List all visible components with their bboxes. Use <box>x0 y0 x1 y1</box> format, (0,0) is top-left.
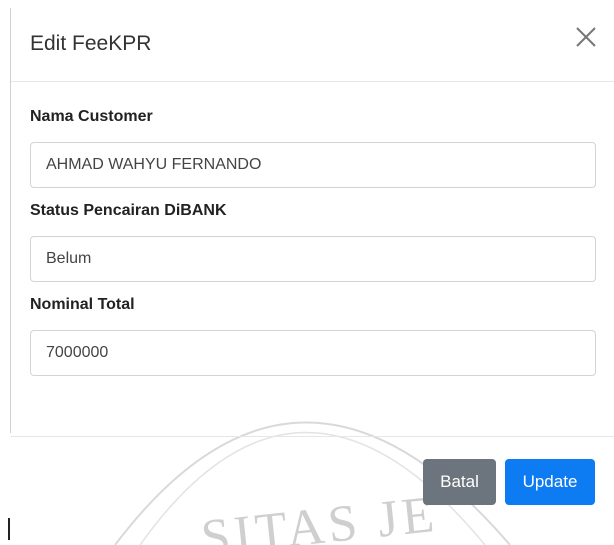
close-icon <box>576 27 596 47</box>
nama-customer-label: Nama Customer <box>30 108 153 125</box>
page: SITAS JE Edit FeeKPR Nama Customer Statu… <box>0 0 614 545</box>
status-pencairan-label: Status Pencairan DiBANK <box>30 202 227 219</box>
modal-footer: Batal Update <box>11 436 614 528</box>
cancel-button[interactable]: Batal <box>423 459 496 505</box>
nominal-total-input[interactable] <box>30 330 596 376</box>
status-pencairan-input[interactable] <box>30 236 596 282</box>
update-button[interactable]: Update <box>505 459 595 505</box>
modal-header: Edit FeeKPR <box>11 8 614 82</box>
text-cursor <box>8 518 10 540</box>
edit-fee-kpr-modal: Edit FeeKPR Nama Customer Status Pencair… <box>11 8 614 528</box>
modal-body: Nama Customer Status Pencairan DiBANK No… <box>11 82 614 376</box>
nominal-total-label: Nominal Total <box>30 296 135 313</box>
modal-title: Edit FeeKPR <box>30 32 152 55</box>
nama-customer-input[interactable] <box>30 142 596 188</box>
close-button[interactable] <box>573 24 599 50</box>
